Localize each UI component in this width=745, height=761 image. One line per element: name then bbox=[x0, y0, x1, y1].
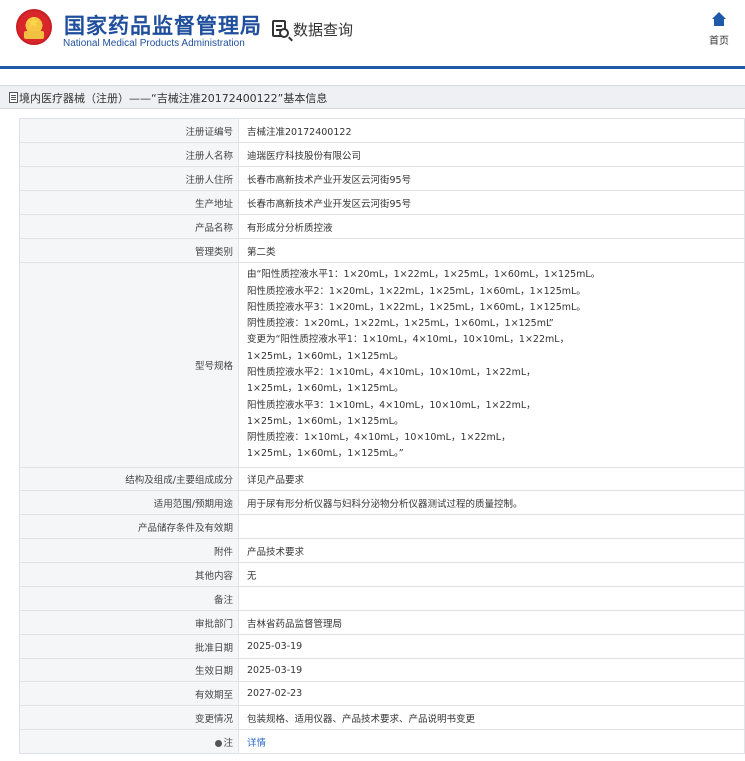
row-label: 注册人名称 bbox=[19, 142, 239, 167]
row-label: 批准日期 bbox=[19, 634, 239, 659]
row-label: 注册人住所 bbox=[19, 166, 239, 191]
details-link[interactable]: 详情 bbox=[247, 738, 266, 749]
row-label: 备注 bbox=[19, 586, 239, 611]
row-value: 详见产品要求 bbox=[238, 467, 745, 491]
row-value: 无 bbox=[238, 562, 745, 587]
national-emblem-icon: ★ bbox=[16, 9, 52, 45]
table-row: 生产地址 长春市高新技术产业开发区云河街95号 bbox=[19, 190, 745, 215]
row-label: 变更情况 bbox=[19, 705, 239, 730]
site-subtitle: National Medical Products Administration bbox=[63, 38, 245, 49]
row-value: 吉械注准20172400122 bbox=[238, 118, 745, 143]
row-value: 2027-02-23 bbox=[238, 681, 745, 706]
spec-line: 1×25mL，1×60mL，1×125mL。 bbox=[247, 383, 404, 395]
device-info-table: 注册证编号 吉械注准20172400122 注册人名称 迪瑞医疗科技股份有限公司… bbox=[19, 118, 745, 754]
spec-line: 阴性质控液：1×10mL，4×10mL，10×10mL，1×22mL， bbox=[247, 432, 511, 444]
table-row: 适用范围/预期用途 用于尿有形分析仪器与妇科分泌物分析仪器测试过程的质量控制。 bbox=[19, 490, 745, 515]
tip-icon bbox=[215, 739, 223, 747]
spec-line: 阳性质控液水平2：1×20mL，1×22mL，1×25mL，1×60mL，1×1… bbox=[247, 285, 586, 297]
spec-line: 阳性质控液水平3：1×10mL，4×10mL，10×10mL，1×22mL， bbox=[247, 399, 536, 411]
row-value: 长春市高新技术产业开发区云河街95号 bbox=[238, 166, 745, 191]
table-row: 结构及组成/主要组成成分 详见产品要求 bbox=[19, 467, 745, 491]
magnifier-icon bbox=[279, 28, 289, 38]
spec-line: 1×25mL，1×60mL，1×125mL。” bbox=[247, 448, 404, 460]
row-label: 注 bbox=[19, 729, 239, 754]
table-row: 生效日期 2025-03-19 bbox=[19, 658, 745, 682]
table-row: 批准日期 2025-03-19 bbox=[19, 634, 745, 659]
spec-line: 阴性质控液：1×20mL，1×22mL，1×25mL，1×60mL，1×125m… bbox=[247, 318, 554, 330]
row-value: 由“阳性质控液水平1：1×20mL，1×22mL，1×25mL，1×60mL，1… bbox=[238, 262, 745, 468]
row-label: 适用范围/预期用途 bbox=[19, 490, 239, 515]
row-label: 有效期至 bbox=[19, 681, 239, 706]
row-value bbox=[238, 586, 745, 611]
table-row: 变更情况 包装规格、适用仪器、产品技术要求、产品说明书变更 bbox=[19, 705, 745, 730]
table-row: 注册人名称 迪瑞医疗科技股份有限公司 bbox=[19, 142, 745, 167]
row-value: 详情 bbox=[238, 729, 745, 754]
row-value: 迪瑞医疗科技股份有限公司 bbox=[238, 142, 745, 167]
row-label: 其他内容 bbox=[19, 562, 239, 587]
note-label: 注 bbox=[223, 737, 233, 749]
table-row: 产品名称 有形成分分析质控液 bbox=[19, 214, 745, 239]
breadcrumb-text: 境内医疗器械（注册）——“吉械注准20172400122”基本信息 bbox=[19, 92, 328, 105]
row-label: 管理类别 bbox=[19, 238, 239, 263]
row-value: 吉林省药品监督管理局 bbox=[238, 610, 745, 635]
spec-line: 阳性质控液水平2：1×10mL，4×10mL，10×10mL，1×22mL， bbox=[247, 367, 536, 378]
row-label: 生产地址 bbox=[19, 190, 239, 215]
spec-line: 1×25mL，1×60mL，1×125mL。 bbox=[247, 350, 404, 362]
spec-line: 阳性质控液水平3：1×20mL，1×22mL，1×25mL，1×60mL，1×1… bbox=[247, 301, 586, 313]
row-label: 附件 bbox=[19, 538, 239, 563]
spec-line: 变更为“阳性质控液水平1：1×10mL，4×10mL，10×10mL，1×22m… bbox=[247, 334, 570, 346]
table-row: 管理类别 第二类 bbox=[19, 238, 745, 263]
table-row: 注册人住所 长春市高新技术产业开发区云河街95号 bbox=[19, 166, 745, 191]
row-value: 第二类 bbox=[238, 238, 745, 263]
row-value: 有形成分分析质控液 bbox=[238, 214, 745, 239]
row-value: 2025-03-19 bbox=[238, 634, 745, 659]
table-row: 审批部门 吉林省药品监督管理局 bbox=[19, 610, 745, 635]
row-label: 产品名称 bbox=[19, 214, 239, 239]
home-label: 首页 bbox=[709, 36, 729, 47]
row-value: 用于尿有形分析仪器与妇科分泌物分析仪器测试过程的质量控制。 bbox=[238, 490, 745, 515]
table-row: 备注 bbox=[19, 586, 745, 611]
table-row: 型号规格 由“阳性质控液水平1：1×20mL，1×22mL，1×25mL，1×6… bbox=[19, 262, 745, 468]
breadcrumb: 境内医疗器械（注册）——“吉械注准20172400122”基本信息 bbox=[0, 85, 745, 109]
row-value: 2025-03-19 bbox=[238, 658, 745, 682]
row-label: 注册证编号 bbox=[19, 118, 239, 143]
row-label: 型号规格 bbox=[19, 262, 239, 468]
table-row: 附件 产品技术要求 bbox=[19, 538, 745, 563]
row-value: 长春市高新技术产业开发区云河街95号 bbox=[238, 190, 745, 215]
site-title[interactable]: 国家药品监督管理局 bbox=[64, 10, 262, 40]
home-icon bbox=[712, 12, 726, 26]
table-row: 产品储存条件及有效期 bbox=[19, 514, 745, 539]
row-value bbox=[238, 514, 745, 539]
table-row: 注 详情 bbox=[19, 729, 745, 754]
row-value: 包装规格、适用仪器、产品技术要求、产品说明书变更 bbox=[238, 705, 745, 730]
table-row: 有效期至 2027-02-23 bbox=[19, 681, 745, 706]
row-label: 产品储存条件及有效期 bbox=[19, 514, 239, 539]
site-header: ★ 国家药品监督管理局 National Medical Products Ad… bbox=[0, 0, 745, 69]
spec-line: 1×25mL，1×60mL，1×125mL。 bbox=[247, 415, 404, 427]
table-row: 注册证编号 吉械注准20172400122 bbox=[19, 118, 745, 143]
spec-line: 由“阳性质控液水平1：1×20mL，1×22mL，1×25mL，1×60mL，1… bbox=[247, 269, 601, 281]
table-row: 其他内容 无 bbox=[19, 562, 745, 587]
row-label: 审批部门 bbox=[19, 610, 239, 635]
row-label: 生效日期 bbox=[19, 658, 239, 682]
document-icon bbox=[9, 92, 18, 103]
data-query-label[interactable]: 数据查询 bbox=[293, 19, 353, 40]
row-value: 产品技术要求 bbox=[238, 538, 745, 563]
row-label: 结构及组成/主要组成成分 bbox=[19, 467, 239, 491]
home-link[interactable]: 首页 bbox=[706, 12, 732, 47]
